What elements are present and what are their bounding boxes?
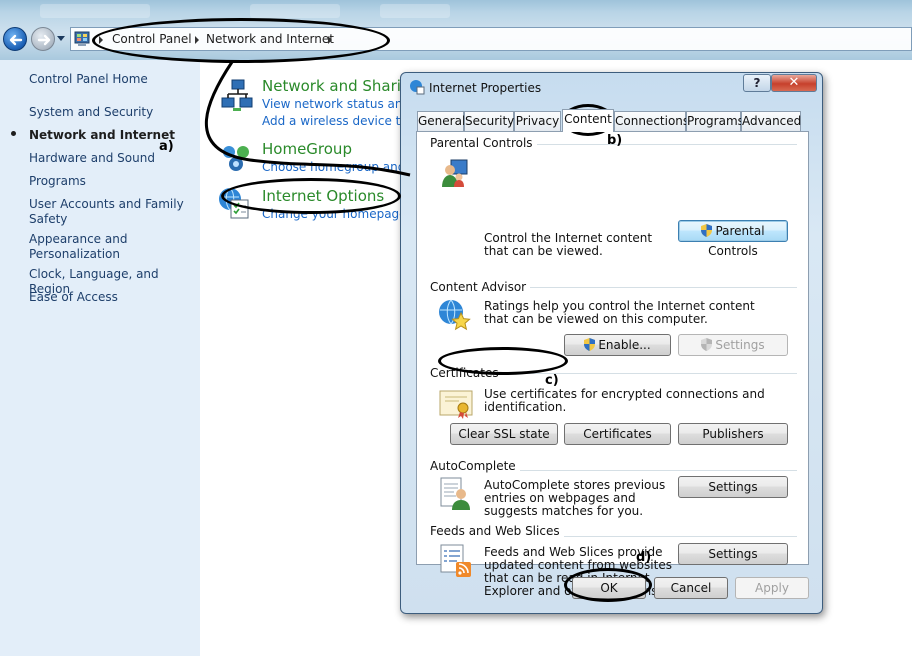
- uac-shield-icon: [584, 338, 596, 351]
- autocomplete-heading: AutoComplete: [430, 459, 520, 473]
- annotation-connector-curve: [205, 61, 411, 177]
- back-arrow-icon: [9, 34, 23, 46]
- enable-label: Enable...: [598, 338, 651, 352]
- tab-security[interactable]: Security: [464, 111, 514, 131]
- internet-properties-dialog: Internet Properties ? ✕ General Security…: [400, 72, 823, 614]
- forward-arrow-icon: [37, 34, 51, 46]
- certificates-button[interactable]: Certificates: [564, 423, 671, 445]
- feeds-settings-button[interactable]: Settings: [678, 543, 788, 565]
- content-advisor-enable-button[interactable]: Enable...: [564, 334, 671, 356]
- back-button[interactable]: [3, 27, 27, 51]
- nav-appearance[interactable]: Appearance and Personalization: [29, 232, 139, 262]
- certificate-icon: [439, 390, 473, 419]
- forward-button[interactable]: [31, 27, 55, 51]
- address-bar[interactable]: Control Panel Network and Internet: [70, 27, 912, 51]
- explorer-title-bar: Control Panel Network and Internet: [0, 0, 912, 60]
- nav-network-and-internet[interactable]: Network and Internet: [29, 128, 175, 143]
- uac-shield-icon: [701, 338, 713, 351]
- tab-content[interactable]: Content: [562, 109, 614, 132]
- content-tab-panel: Parental Controls Control the Internet c…: [416, 131, 809, 598]
- dialog-title: Internet Properties: [429, 81, 542, 95]
- annotation-label-c: c): [545, 373, 559, 388]
- breadcrumb-network-and-internet[interactable]: Network and Internet: [206, 32, 334, 46]
- ok-button[interactable]: OK: [572, 577, 646, 599]
- autocomplete-description: AutoComplete stores previous entries on …: [484, 478, 666, 518]
- parental-controls-icon: [442, 159, 468, 187]
- publishers-button[interactable]: Publishers: [678, 423, 788, 445]
- help-button[interactable]: ?: [743, 74, 771, 92]
- breadcrumb-control-panel[interactable]: Control Panel: [112, 32, 192, 46]
- close-button[interactable]: ✕: [771, 74, 817, 92]
- control-panel-icon: [74, 31, 90, 46]
- breadcrumb-arrow[interactable]: [328, 36, 332, 44]
- nav-hardware-and-sound[interactable]: Hardware and Sound: [29, 151, 155, 166]
- tab-connections[interactable]: Connections: [614, 111, 689, 131]
- parental-controls-label: Parental Controls: [708, 224, 765, 258]
- content-advisor-description: Ratings help you control the Internet co…: [484, 299, 755, 326]
- feeds-icon: [440, 544, 471, 577]
- parental-controls-heading: Parental Controls: [430, 136, 537, 150]
- content-advisor-heading: Content Advisor: [430, 280, 531, 294]
- parental-controls-button[interactable]: Parental Controls: [678, 220, 788, 258]
- tab-programs[interactable]: Programs: [686, 111, 744, 131]
- tab-privacy[interactable]: Privacy: [514, 111, 561, 131]
- content-advisor-settings-button[interactable]: Settings: [678, 334, 788, 356]
- annotation-label-b: b): [607, 133, 623, 148]
- nav-control-panel-home[interactable]: Control Panel Home: [29, 72, 148, 87]
- nav-programs[interactable]: Programs: [29, 174, 86, 189]
- annotation-label-a: a): [159, 139, 174, 154]
- active-bullet: [11, 131, 16, 136]
- breadcrumb-root-arrow[interactable]: [99, 36, 103, 44]
- feeds-heading: Feeds and Web Slices: [430, 524, 564, 538]
- uac-shield-icon: [701, 224, 713, 237]
- autocomplete-icon: [440, 477, 470, 510]
- tab-advanced[interactable]: Advanced: [741, 111, 801, 131]
- advisor-settings-label: Settings: [715, 338, 765, 352]
- annotation-label-d: d): [636, 550, 652, 565]
- certificates-heading: Certificates: [430, 366, 503, 380]
- cancel-button[interactable]: Cancel: [654, 577, 728, 599]
- certificates-description: Use certificates for encrypted connectio…: [484, 387, 765, 414]
- apply-button[interactable]: Apply: [735, 577, 809, 599]
- autocomplete-settings-button[interactable]: Settings: [678, 476, 788, 498]
- nav-system-and-security[interactable]: System and Security: [29, 105, 153, 120]
- nav-user-accounts[interactable]: User Accounts and Family Safety: [29, 197, 189, 227]
- content-advisor-icon: [439, 299, 471, 331]
- clear-ssl-state-button[interactable]: Clear SSL state: [450, 423, 558, 445]
- nav-ease-of-access[interactable]: Ease of Access: [29, 290, 118, 305]
- breadcrumb-arrow[interactable]: [195, 36, 199, 44]
- recent-pages-dropdown[interactable]: [57, 36, 65, 41]
- tab-general[interactable]: General: [417, 111, 465, 131]
- parental-controls-description: Control the Internet content that can be…: [484, 231, 653, 258]
